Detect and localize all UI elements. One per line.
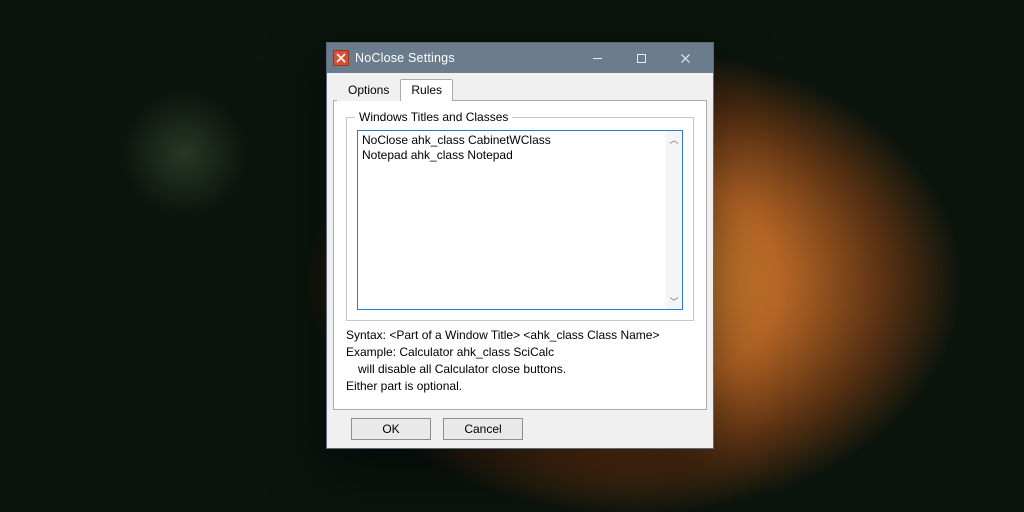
vertical-scrollbar[interactable]: ︿ ﹀ [666, 131, 682, 309]
app-icon [333, 50, 349, 66]
help-line-4: Either part is optional. [346, 378, 694, 395]
cancel-button[interactable]: Cancel [443, 418, 523, 440]
titlebar[interactable]: NoClose Settings [327, 43, 713, 73]
rules-textarea[interactable] [358, 131, 666, 309]
maximize-button[interactable] [619, 43, 663, 73]
window-controls [575, 43, 707, 73]
dialog-button-row: OK Cancel [333, 410, 707, 440]
chevron-up-icon[interactable]: ︿ [666, 131, 682, 147]
desktop-background: NoClose Settings Options Rules [0, 0, 1024, 512]
tab-options[interactable]: Options [337, 79, 400, 101]
syntax-help: Syntax: <Part of a Window Title> <ahk_cl… [346, 327, 694, 395]
window-client-area: Options Rules Windows Titles and Classes… [327, 73, 713, 448]
tab-strip: Options Rules [333, 78, 707, 100]
ok-button[interactable]: OK [351, 418, 431, 440]
tab-page-rules: Windows Titles and Classes ︿ ﹀ Syntax: <… [333, 100, 707, 410]
window-title: NoClose Settings [355, 51, 575, 65]
group-legend: Windows Titles and Classes [355, 110, 512, 124]
settings-window: NoClose Settings Options Rules [326, 42, 714, 449]
rules-textarea-frame: ︿ ﹀ [357, 130, 683, 310]
help-line-3: will disable all Calculator close button… [346, 361, 694, 378]
chevron-down-icon[interactable]: ﹀ [666, 293, 682, 309]
tab-rules[interactable]: Rules [400, 79, 453, 101]
minimize-button[interactable] [575, 43, 619, 73]
close-button[interactable] [663, 43, 707, 73]
group-windows-titles-classes: Windows Titles and Classes ︿ ﹀ [346, 117, 694, 321]
help-line-2: Example: Calculator ahk_class SciCalc [346, 344, 694, 361]
help-line-1: Syntax: <Part of a Window Title> <ahk_cl… [346, 327, 694, 344]
